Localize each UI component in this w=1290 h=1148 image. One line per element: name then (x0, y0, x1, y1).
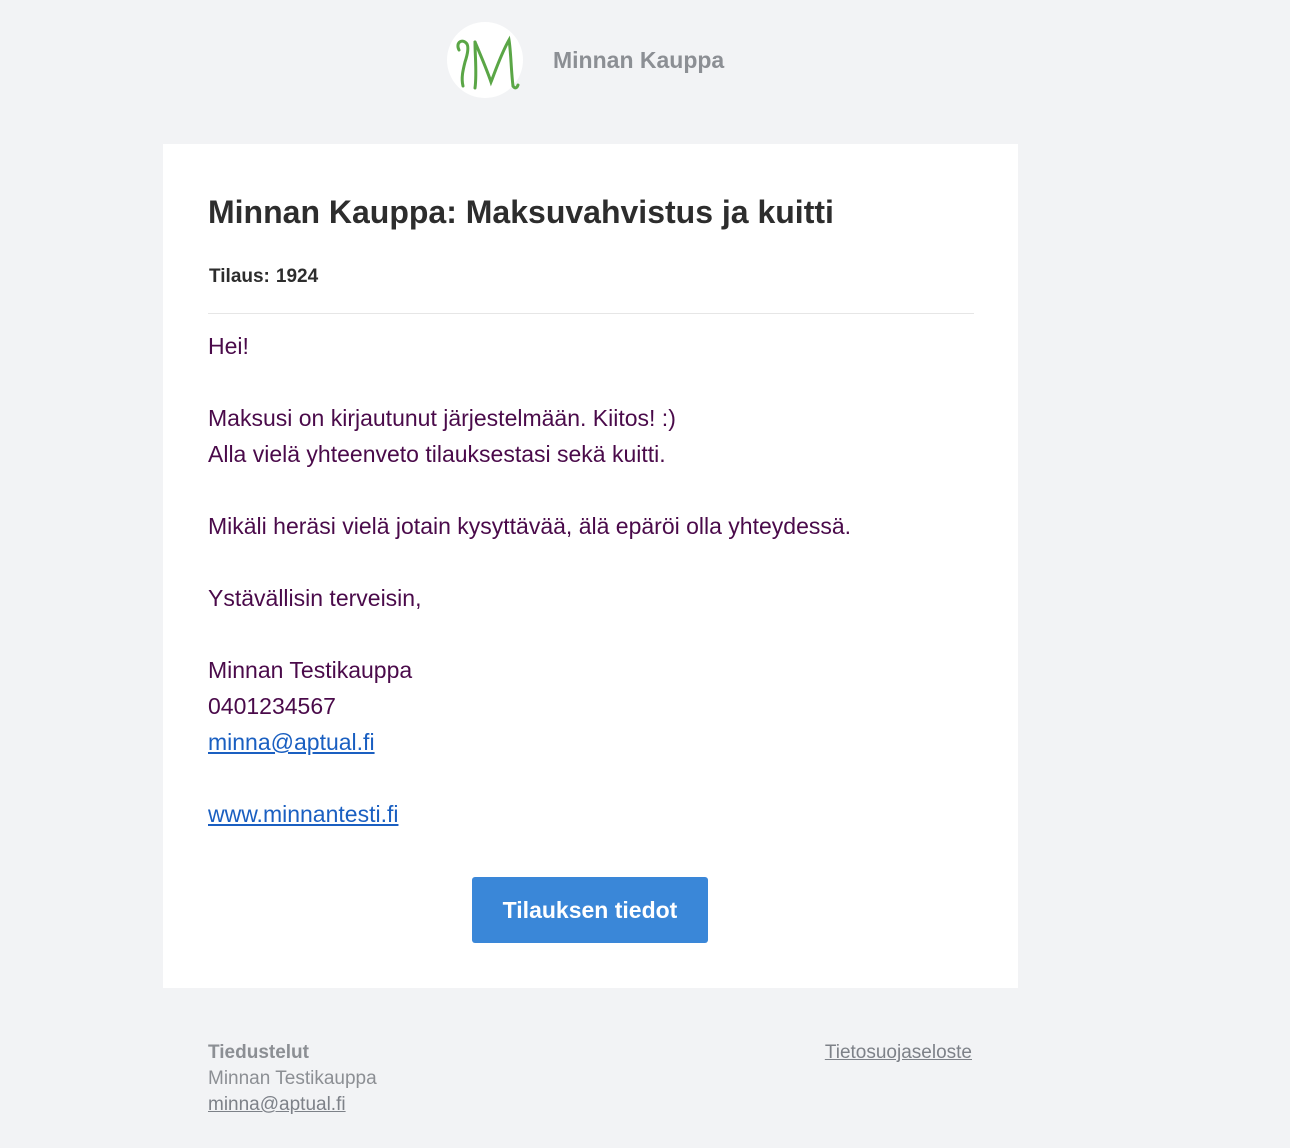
footer-title: Tiedustelut (208, 1042, 309, 1063)
shop-logo (447, 22, 523, 98)
body-line-1: Maksusi on kirjautunut järjestelmään. Ki… (208, 405, 676, 431)
divider (208, 313, 974, 314)
footer-email-link[interactable]: minna@aptual.fi (208, 1094, 346, 1115)
signature-website-link[interactable]: www.minnantesti.fi (208, 801, 398, 827)
order-details-button[interactable]: Tilauksen tiedot (472, 877, 708, 943)
body-line-2: Alla vielä yhteenveto tilauksestasi sekä… (208, 441, 666, 467)
order-info: Tilaus: 1924 (209, 266, 318, 288)
body-line-3: Mikäli heräsi vielä jotain kysyttävää, ä… (208, 513, 852, 539)
email-card: Minnan Kauppa: Maksuvahvistus ja kuitti … (163, 144, 1018, 988)
order-label: Tilaus: (209, 266, 270, 287)
footer-shop-name: Minnan Testikauppa (208, 1068, 377, 1089)
order-number: 1924 (275, 266, 319, 287)
greeting: Hei! (208, 333, 249, 359)
footer-contact: Tiedustelut Minnan Testikauppa minna@apt… (208, 1040, 377, 1118)
privacy-policy-link[interactable]: Tietosuojaseloste (825, 1040, 972, 1066)
email-title: Minnan Kauppa: Maksuvahvistus ja kuitti (208, 194, 834, 230)
script-m-logo-icon (456, 35, 520, 90)
email-body: Hei! Maksusi on kirjautunut järjestelmää… (208, 328, 851, 832)
signature-email-link[interactable]: minna@aptual.fi (208, 729, 375, 755)
signature-phone: 0401234567 (208, 693, 336, 719)
shop-name: Minnan Kauppa (553, 46, 725, 73)
signature-name: Minnan Testikauppa (208, 657, 413, 683)
email-header: Minnan Kauppa (447, 22, 724, 98)
closing: Ystävällisin terveisin, (208, 585, 422, 611)
